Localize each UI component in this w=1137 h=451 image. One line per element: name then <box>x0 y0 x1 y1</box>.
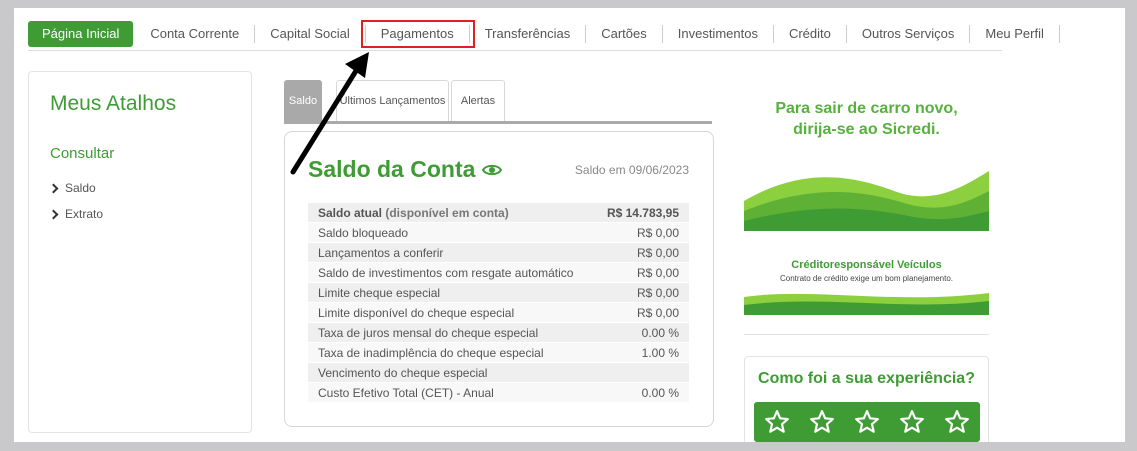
car-banner-line2: dirija-se ao Sicredi. <box>793 121 940 138</box>
table-row: Custo Efetivo Total (CET) - Anual 0.00 % <box>308 382 689 402</box>
annotation-arrow-icon <box>290 52 369 175</box>
row-value: R$ 0,00 <box>593 302 689 323</box>
star-rating <box>754 402 980 442</box>
credit-banner-subtitle: Contrato de crédito exige um bom planeja… <box>780 274 953 283</box>
row-label: Lançamentos a conferir <box>308 242 594 263</box>
row-label: Saldo de investimentos com resgate autom… <box>308 262 594 283</box>
sidebar-link-saldo[interactable]: Saldo <box>48 181 96 195</box>
star-icon[interactable] <box>764 409 790 435</box>
row-label: Saldo bloqueado <box>308 222 594 243</box>
table-row: Taxa de juros mensal do cheque especial … <box>308 322 689 343</box>
table-row: Saldo bloqueado R$ 0,00 <box>308 222 689 243</box>
row-label: Taxa de inadimplência do cheque especial <box>308 342 594 363</box>
page-frame: Página Inicial Conta Corrente Capital So… <box>14 8 1125 442</box>
nav-pagina-inicial[interactable]: Página Inicial <box>28 21 134 47</box>
nav-cartoes[interactable]: Cartões <box>586 25 663 43</box>
car-loan-banner[interactable]: Para sair de carro novo, dirija-se ao Si… <box>744 98 989 231</box>
nav-meu-perfil[interactable]: Meu Perfil <box>970 25 1060 43</box>
row-label: Limite cheque especial <box>308 282 594 303</box>
row-label: Limite disponível do cheque especial <box>308 302 594 323</box>
shortcuts-sidebar: Meus Atalhos Consultar Saldo Extrato <box>28 71 252 433</box>
star-icon[interactable] <box>899 409 925 435</box>
row-label: Taxa de juros mensal do cheque especial <box>308 322 594 343</box>
sidebar-link-label: Saldo <box>65 181 96 195</box>
nav-credito[interactable]: Crédito <box>774 25 847 43</box>
balance-table: Saldo atual (disponível em conta) R$ 14.… <box>308 202 689 402</box>
star-icon[interactable] <box>809 409 835 435</box>
nav-investimentos[interactable]: Investimentos <box>663 25 774 43</box>
feedback-widget: Como foi a sua experiência? <box>744 356 989 442</box>
row-label-main: Saldo atual <box>318 205 383 220</box>
nav-pagamentos[interactable]: Pagamentos <box>360 20 475 48</box>
responsible-credit-banner[interactable]: Créditoresponsável Veículos Contrato de … <box>744 253 989 315</box>
star-icon[interactable] <box>944 409 970 435</box>
sidebar-title: Meus Atalhos <box>50 92 177 115</box>
feedback-question: Como foi a sua experiência? <box>758 370 975 387</box>
chevron-right-icon <box>48 209 59 219</box>
green-wave-graphic <box>744 171 989 231</box>
car-banner-line1: Para sair de carro novo, <box>775 100 958 117</box>
row-label: Saldo atual (disponível em conta) <box>308 202 594 223</box>
car-banner-headline: Para sair de carro novo, dirija-se ao Si… <box>744 98 989 140</box>
row-value: 1.00 % <box>593 342 689 363</box>
row-value: R$ 14.783,95 <box>593 202 689 223</box>
table-row: Saldo atual (disponível em conta) R$ 14.… <box>308 202 689 223</box>
row-value: R$ 0,00 <box>593 262 689 283</box>
nav-outros-servicos[interactable]: Outros Serviços <box>847 25 971 43</box>
table-row: Limite cheque especial R$ 0,00 <box>308 282 689 303</box>
tab-alertas[interactable]: Alertas <box>451 80 505 121</box>
row-value: R$ 0,00 <box>593 282 689 303</box>
row-value <box>593 362 689 383</box>
nav-conta-corrente[interactable]: Conta Corrente <box>135 25 256 43</box>
eye-icon[interactable] <box>482 163 503 177</box>
table-row: Lançamentos a conferir R$ 0,00 <box>308 242 689 263</box>
row-value: R$ 0,00 <box>593 242 689 263</box>
chevron-right-icon <box>48 183 59 193</box>
balance-date: Saldo em 09/06/2023 <box>574 163 689 177</box>
row-label: Vencimento do cheque especial <box>308 362 594 383</box>
row-label-sub: (disponível em conta) <box>385 205 509 220</box>
sidebar-section-consultar: Consultar <box>50 145 115 162</box>
top-navigation: Página Inicial Conta Corrente Capital So… <box>28 18 1060 51</box>
table-row: Taxa de inadimplência do cheque especial… <box>308 342 689 363</box>
divider <box>744 334 989 335</box>
row-value: 0.00 % <box>593 382 689 402</box>
row-value: R$ 0,00 <box>593 222 689 243</box>
star-icon[interactable] <box>854 409 880 435</box>
sidebar-link-extrato[interactable]: Extrato <box>48 207 104 221</box>
table-row: Saldo de investimentos com resgate autom… <box>308 262 689 283</box>
table-row: Vencimento do cheque especial <box>308 362 689 383</box>
credit-banner-brand: Créditoresponsável Veículos <box>791 259 942 271</box>
sidebar-link-label: Extrato <box>65 207 104 221</box>
green-stripe-graphic <box>744 293 989 315</box>
nav-transferencias[interactable]: Transferências <box>470 25 587 43</box>
nav-capital-social[interactable]: Capital Social <box>255 25 366 43</box>
row-value: 0.00 % <box>593 322 689 343</box>
row-label: Custo Efetivo Total (CET) - Anual <box>308 382 594 402</box>
table-row: Limite disponível do cheque especial R$ … <box>308 302 689 323</box>
